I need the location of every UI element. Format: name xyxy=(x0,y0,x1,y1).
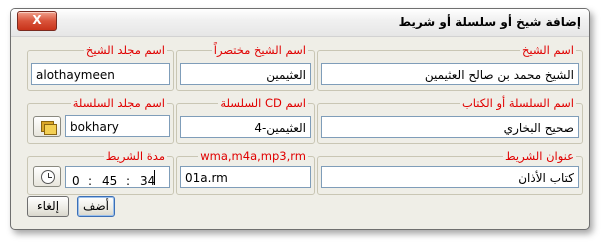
series-folder-label: اسم مجلد السلسلة xyxy=(72,96,165,110)
tape-file-field[interactable]: 01a.rm xyxy=(180,166,311,188)
title-bar[interactable]: X إضافة شيخ أو سلسلة أو شريط xyxy=(11,9,589,37)
tape-file-label: wma,m4a,mp3,rm xyxy=(200,149,306,163)
close-icon: X xyxy=(32,13,42,27)
sheikh-name-label: اسم الشيخ xyxy=(522,43,574,57)
sheikh-name-field[interactable]: الشيخ محمد بن صالح العثيمين xyxy=(321,63,579,85)
series-folder-field[interactable]: bokhary xyxy=(65,115,170,137)
window-title: إضافة شيخ أو سلسلة أو شريط xyxy=(398,15,581,29)
time-picker-button[interactable] xyxy=(33,166,61,187)
sheikh-short-name-field[interactable]: العثيمين xyxy=(180,63,311,85)
sheikh-folder-field[interactable]: alothaymeen xyxy=(31,63,170,85)
tape-duration-field[interactable]: 0 : 45 : 34 xyxy=(65,166,170,188)
series-name-field[interactable]: صحيح البخاري xyxy=(321,116,579,138)
tape-title-label: عنوان الشريط xyxy=(505,149,574,163)
duration-minutes[interactable]: 45 xyxy=(102,170,117,187)
sheikh-folder-label: اسم مجلد الشيخ xyxy=(85,43,165,57)
dialog-window: X إضافة شيخ أو سلسلة أو شريط اسم الشيخ ا… xyxy=(10,8,590,230)
duration-seconds[interactable]: 34 xyxy=(140,170,155,187)
close-button[interactable]: X xyxy=(17,11,57,31)
series-name-label: اسم السلسلة أو الكتاب xyxy=(461,96,574,110)
clock-icon xyxy=(41,170,55,184)
duration-separator: : xyxy=(88,174,93,188)
tape-title-field[interactable]: كتاب الأذان xyxy=(321,166,579,188)
add-button[interactable]: أضف xyxy=(77,196,115,217)
duration-separator: : xyxy=(126,174,131,188)
series-cd-label: اسم CD السلسلة xyxy=(220,96,306,110)
sheikh-short-name-label: اسم الشيخ مختصراً xyxy=(213,43,306,57)
series-cd-field[interactable]: العثيمين-4 xyxy=(180,116,311,138)
tape-duration-label: مدة الشريط xyxy=(105,149,165,163)
browse-folder-button[interactable] xyxy=(33,116,61,137)
text-caret xyxy=(154,170,155,185)
cancel-button[interactable]: إلغاء xyxy=(27,196,69,217)
folder-icon xyxy=(41,121,57,135)
duration-hours[interactable]: 0 xyxy=(72,170,80,187)
